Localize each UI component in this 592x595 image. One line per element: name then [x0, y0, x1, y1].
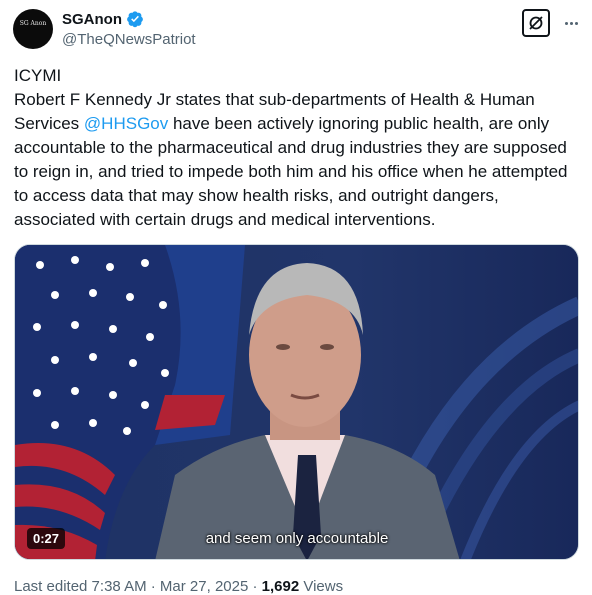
tweet-meta: Last edited 7:38 AM · Mar 27, 2025 · 1,6… — [14, 578, 343, 595]
grok-icon[interactable] — [522, 9, 550, 37]
edited-timestamp[interactable]: Last edited 7:38 AM · Mar 27, 2025 · — [14, 578, 262, 595]
tweet-text: ICYMI Robert F Kennedy Jr states that su… — [14, 64, 574, 232]
video-duration: 0:27 — [27, 528, 66, 549]
verified-badge-icon[interactable] — [126, 10, 144, 28]
avatar-text: SG Anon — [19, 20, 47, 27]
video-player[interactable] — [14, 244, 579, 560]
author-name-row: SGAnon — [62, 10, 144, 28]
video-frame — [15, 245, 578, 559]
avatar[interactable]: SG Anon — [13, 9, 53, 49]
tweet-line-icymi: ICYMI — [14, 66, 62, 85]
mention-link[interactable]: @HHSGov — [84, 114, 168, 133]
author-handle[interactable]: @TheQNewsPatriot — [62, 31, 196, 48]
views-label: Views — [299, 578, 344, 595]
views-count: 1,692 — [261, 578, 300, 595]
author-display-name[interactable]: SGAnon — [62, 11, 122, 28]
more-options-icon[interactable] — [562, 14, 580, 32]
tweet-body: Robert F Kennedy Jr states that sub-depa… — [14, 88, 574, 232]
video-caption: and seem only accountable — [205, 530, 389, 547]
